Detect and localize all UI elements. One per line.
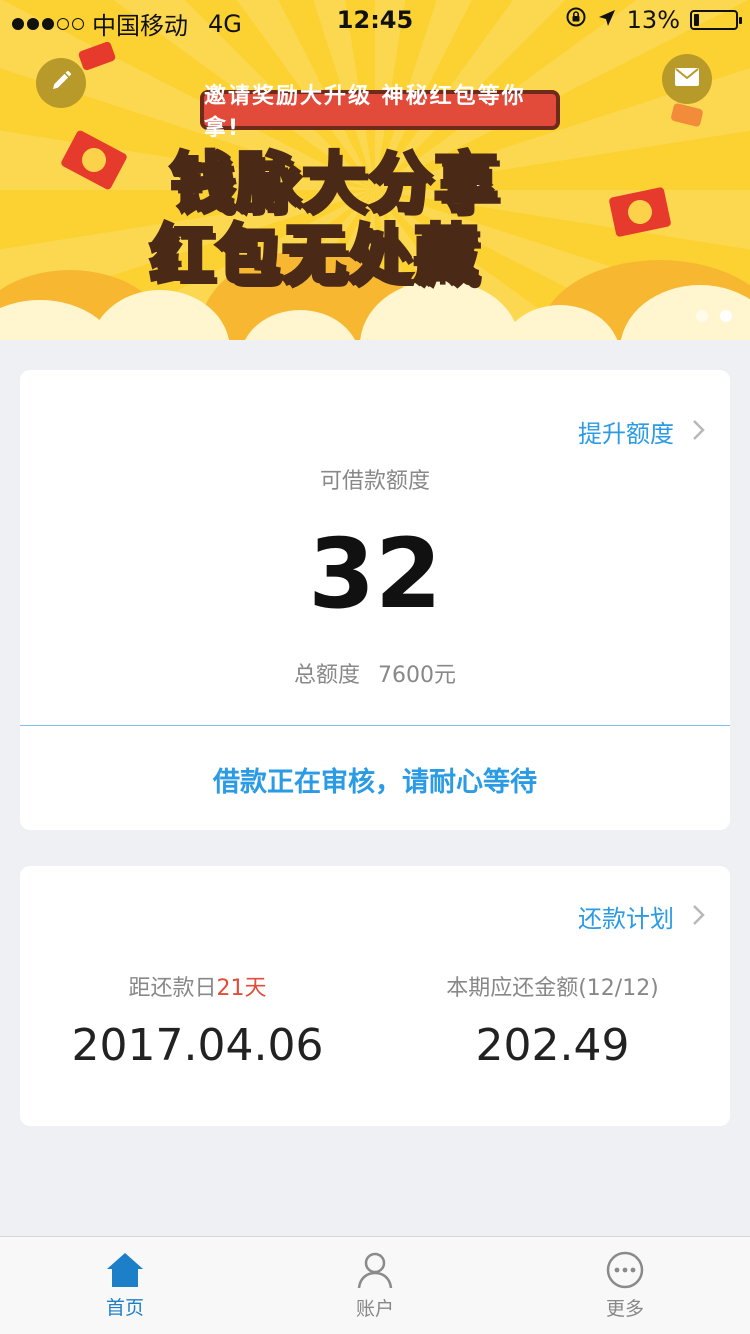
chevron-right-icon [692,414,706,449]
tab-account-label: 账户 [355,1298,394,1320]
tab-bar: 首页 账户 更多 [0,1236,750,1334]
more-icon [605,1250,645,1290]
credit-card: 提升额度 可借款额度 32 总额度 7600元 借款正在审核，请耐心等待 [20,370,730,830]
raise-limit-link[interactable]: 提升额度 [578,414,706,449]
tab-account[interactable]: 账户 [250,1237,500,1334]
repayment-card: 还款计划 距还款日21天 2017.04.06 本期应还金额(12/12) 20… [20,866,730,1126]
tab-home-label: 首页 [105,1297,144,1319]
tab-home[interactable]: 首页 [0,1237,250,1334]
total-credit-value: 7600元 [378,663,456,688]
banner-ribbon: 邀请奖励大升级 神秘红包等你拿! [200,84,560,141]
repayment-plan-link[interactable]: 还款计划 [578,899,706,934]
rotation-lock-icon [565,6,587,34]
home-icon [105,1251,145,1289]
pencil-icon [49,69,73,97]
due-date-value: 2017.04.06 [71,1020,324,1071]
chevron-right-icon [692,899,706,934]
repayment-plan-label: 还款计划 [578,905,674,933]
banner-artwork: 邀请奖励大升级 神秘红包等你拿! 钱脉大分享 红包无处藏 [130,80,620,295]
promo-banner[interactable]: 邀请奖励大升级 神秘红包等你拿! 钱脉大分享 红包无处藏 中国移动 4G 12:… [0,0,750,340]
edit-button[interactable] [36,58,86,108]
raise-limit-label: 提升额度 [578,420,674,448]
total-credit-label: 总额度 [293,663,360,688]
due-days-count: 21天 [216,976,267,1001]
banner-headline-line2: 红包无处藏 [148,217,480,295]
available-credit-label: 可借款额度 [319,469,430,494]
pager-dot-active[interactable] [720,310,732,322]
pager-dot[interactable] [696,310,708,322]
banner-pager[interactable] [696,310,732,322]
loan-review-status[interactable]: 借款正在审核，请耐心等待 [20,760,730,799]
divider [20,725,730,726]
status-bar: 中国移动 4G 12:45 13% [0,0,750,40]
tab-more-label: 更多 [605,1298,644,1320]
tab-more[interactable]: 更多 [500,1237,750,1334]
battery-percent: 13% [626,6,680,34]
battery-icon [690,10,742,30]
amount-due-column: 本期应还金额(12/12) 202.49 [375,970,730,1071]
total-credit: 总额度 7600元 [20,657,730,689]
amount-due-label: 本期应还金额(12/12) [446,976,659,1001]
location-arrow-icon [597,6,617,34]
message-button[interactable] [662,54,712,104]
amount-due-value: 202.49 [475,1020,630,1071]
due-date-column: 距还款日21天 2017.04.06 [20,970,375,1071]
available-credit-value: 32 [308,518,442,630]
user-icon [355,1250,395,1290]
envelope-icon [674,67,700,91]
due-days-label: 距还款日21天 [128,976,267,1001]
